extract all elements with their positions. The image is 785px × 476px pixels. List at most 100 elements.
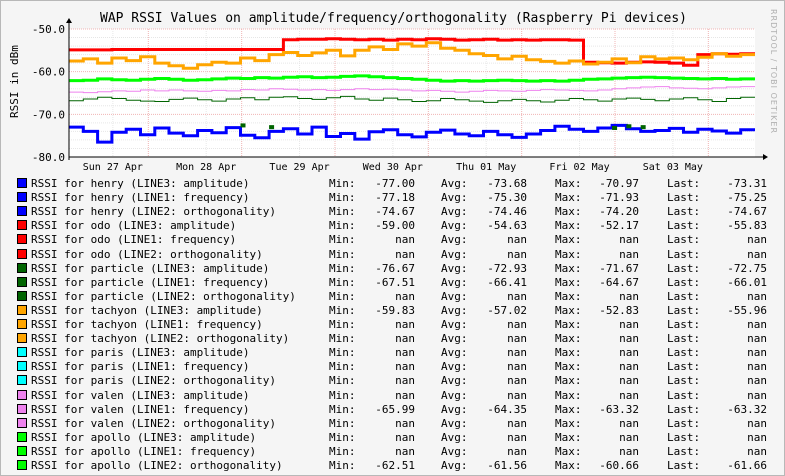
legend-last-value: nan [747, 233, 767, 247]
legend-last-value: -72.75 [727, 261, 767, 275]
legend-max-label: Max: [555, 219, 582, 233]
legend-min-label: Min: [329, 332, 356, 346]
particle-amplitude-point [612, 125, 618, 130]
legend-series-name: RSSI for particle (LINE1: frequency) [31, 275, 270, 289]
legend-max-label: Max: [555, 303, 582, 317]
legend-series-name: RSSI for valen (LINE2: orthogonality) [31, 416, 277, 430]
legend-max-label: Max: [555, 289, 582, 303]
legend-max-label: Max: [555, 177, 582, 190]
legend-series-name: RSSI for particle (LINE3: amplitude) [31, 261, 270, 275]
legend-max-label: Max: [555, 275, 582, 289]
legend-min-label: Min: [329, 444, 356, 458]
legend-series-name: RSSI for particle (LINE2: orthogonality) [31, 289, 296, 303]
legend-avg-label: Avg: [441, 177, 468, 190]
legend-max-label: Max: [555, 233, 582, 247]
legend-series-name: RSSI for valen (LINE1: frequency) [31, 402, 250, 416]
legend-avg-label: Avg: [441, 402, 468, 416]
legend-last-label: Last: [667, 374, 701, 388]
legend-max-value: -60.66 [599, 459, 639, 472]
y-tick-label: -80.0 [32, 151, 65, 164]
legend-max-label: Max: [555, 205, 582, 219]
legend-series-name: RSSI for paris (LINE1: frequency) [31, 360, 250, 374]
legend-avg-label: Avg: [441, 219, 468, 233]
legend-swatch [17, 347, 27, 358]
legend-swatch [17, 460, 27, 470]
legend-min-value: nan [395, 289, 415, 303]
legend-min-label: Min: [329, 303, 356, 317]
x-tick-label: Mon 28 Apr [176, 162, 236, 173]
legend-last-label: Last: [667, 416, 701, 430]
legend-row: RSSI for tachyon (LINE1: frequency) Min: n… [17, 318, 777, 332]
legend-row: RSSI for tachyon (LINE2: orthogonality) M… [17, 332, 777, 346]
legend-last-value: nan [747, 318, 767, 331]
legend-swatch [17, 262, 27, 273]
legend-row: RSSI for henry (LINE3: amplitude) Min: -77… [17, 177, 777, 191]
y-tick-label: -70.0 [32, 108, 65, 121]
legend-max-label: Max: [555, 430, 582, 444]
legend-last-value: -66.01 [727, 275, 767, 289]
legend-series-name: RSSI for valen (LINE3: amplitude) [31, 388, 250, 402]
legend-series-name: RSSI for henry (LINE3: amplitude) [31, 177, 250, 190]
legend-last-label: Last: [667, 459, 701, 472]
legend-last-label: Last: [667, 346, 701, 360]
x-tick-label: Sat 03 May [643, 162, 703, 173]
legend-row: RSSI for paris (LINE2: orthogonality) Min… [17, 374, 777, 388]
legend-last-value: -61.66 [727, 459, 767, 472]
legend-min-value: nan [395, 388, 415, 402]
legend-last-label: Last: [667, 444, 701, 458]
legend-min-label: Min: [329, 205, 356, 219]
legend-max-value: -52.17 [599, 219, 639, 233]
legend-avg-label: Avg: [441, 205, 468, 219]
legend-max-label: Max: [555, 402, 582, 416]
legend-row: RSSI for apollo (LINE3: amplitude) Min: na… [17, 431, 777, 445]
legend-max-value: -64.67 [599, 275, 639, 289]
legend-max-label: Max: [555, 360, 582, 374]
legend-max-value: nan [619, 318, 639, 331]
legend-max-value: nan [619, 332, 639, 346]
legend-last-label: Last: [667, 177, 701, 190]
legend-min-value: nan [395, 360, 415, 374]
legend-max-value: nan [619, 346, 639, 360]
legend-last-label: Last: [667, 388, 701, 402]
legend-avg-label: Avg: [441, 360, 468, 374]
legend-max-value: nan [619, 233, 639, 247]
legend-last-value: nan [747, 360, 767, 374]
legend-series-name: RSSI for apollo (LINE3: amplitude) [31, 430, 257, 444]
legend-max-label: Max: [555, 416, 582, 430]
legend-last-value: nan [747, 247, 767, 261]
legend-min-label: Min: [329, 360, 356, 374]
particle-amplitude-point [640, 125, 646, 130]
legend-avg-label: Avg: [441, 303, 468, 317]
legend-swatch [17, 192, 27, 203]
legend-last-label: Last: [667, 247, 701, 261]
legend-row: RSSI for particle (LINE1: frequency) Min:… [17, 276, 777, 290]
legend-last-label: Last: [667, 191, 701, 205]
legend-series-name: RSSI for apollo (LINE1: frequency) [31, 444, 257, 458]
legend-min-value: -74.67 [375, 205, 415, 219]
legend-avg-value: -66.41 [487, 275, 527, 289]
legend-avg-value: nan [507, 388, 527, 402]
legend-max-value: nan [619, 289, 639, 303]
legend-last-value: -55.83 [727, 219, 767, 233]
legend-last-label: Last: [667, 261, 701, 275]
x-tick-label: Wed 30 Apr [363, 162, 423, 173]
legend-swatch [17, 304, 27, 315]
legend-last-value: -55.96 [727, 303, 767, 317]
legend-last-value: nan [747, 388, 767, 402]
legend-min-value: -77.18 [375, 191, 415, 205]
legend-series-name: RSSI for odo (LINE3: amplitude) [31, 219, 237, 233]
legend-avg-value: nan [507, 374, 527, 388]
legend-row: RSSI for tachyon (LINE3: amplitude) Min: -… [17, 304, 777, 318]
legend-min-value: -76.67 [375, 261, 415, 275]
legend-series-name: RSSI for paris (LINE3: amplitude) [31, 346, 250, 360]
legend-row: RSSI for apollo (LINE1: frequency) Min: na… [17, 445, 777, 459]
legend-avg-label: Avg: [441, 374, 468, 388]
legend-max-value: nan [619, 374, 639, 388]
x-tick-label: Tue 29 Apr [269, 162, 329, 173]
legend-last-label: Last: [667, 402, 701, 416]
legend-last-label: Last: [667, 332, 701, 346]
legend-series-name: RSSI for paris (LINE2: orthogonality) [31, 374, 277, 388]
legend-row: RSSI for henry (LINE1: frequency) Min: -77… [17, 191, 777, 205]
legend-avg-label: Avg: [441, 430, 468, 444]
legend-min-label: Min: [329, 459, 356, 472]
